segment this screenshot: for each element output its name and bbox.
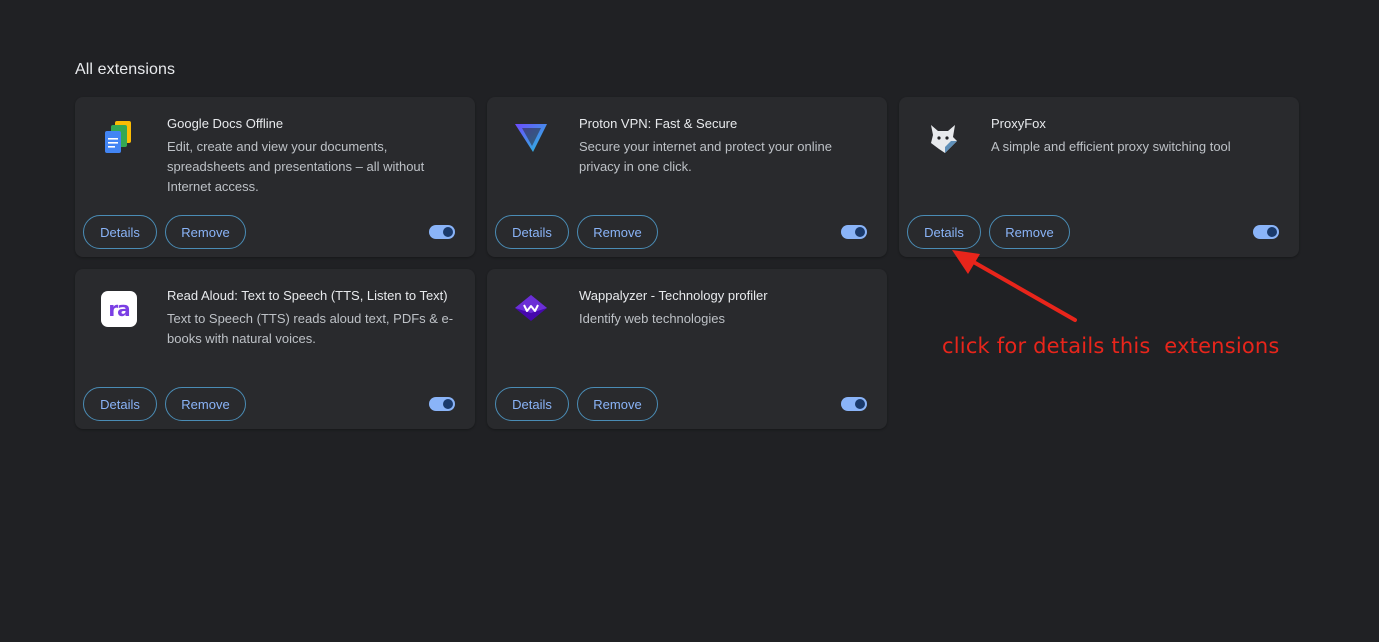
extension-description: Text to Speech (TTS) reads aloud text, P… [167, 311, 454, 346]
proxyfox-icon [925, 119, 961, 155]
read-aloud-icon-text: ra [108, 297, 130, 321]
remove-button[interactable]: Remove [165, 387, 246, 421]
read-aloud-icon: ra [101, 291, 137, 327]
extension-description: Identify web technologies [579, 311, 725, 326]
extension-name: Google Docs Offline [167, 116, 284, 131]
extension-card-google-docs-offline: Google Docs Offline Edit, create and vie… [75, 97, 475, 257]
details-button[interactable]: Details [495, 387, 569, 421]
section-title: All extensions [75, 61, 176, 78]
annotation-arrow [952, 250, 1077, 322]
enable-toggle[interactable] [841, 397, 867, 411]
remove-button[interactable]: Remove [577, 387, 658, 421]
enable-toggle[interactable] [1253, 225, 1279, 239]
details-button[interactable]: Details [495, 215, 569, 249]
proton-vpn-icon [513, 119, 549, 155]
remove-button[interactable]: Remove [165, 215, 246, 249]
extension-name: ProxyFox [991, 116, 1046, 131]
extension-name: Read Aloud: Text to Speech (TTS, Listen … [167, 288, 448, 303]
extension-card-wappalyzer: Wappalyzer - Technology profiler Identif… [487, 269, 887, 429]
extension-card-read-aloud: ra Read Aloud: Text to Speech (TTS, List… [75, 269, 475, 429]
extension-name: Proton VPN: Fast & Secure [579, 116, 738, 131]
extensions-page: All extensions Google Docs Offline Edit,… [0, 0, 1379, 642]
extension-description: A simple and efficient proxy switching t… [991, 139, 1231, 154]
details-button[interactable]: Details [83, 387, 157, 421]
enable-toggle[interactable] [429, 225, 455, 239]
wappalyzer-icon [513, 291, 549, 327]
details-button[interactable]: Details [83, 215, 157, 249]
enable-toggle[interactable] [841, 225, 867, 239]
remove-button[interactable]: Remove [577, 215, 658, 249]
extension-name: Wappalyzer - Technology profiler [579, 288, 768, 303]
enable-toggle[interactable] [429, 397, 455, 411]
extension-card-proton-vpn: Proton VPN: Fast & Secure Secure your in… [487, 97, 887, 257]
annotation-text: click for details this extensions [942, 334, 1280, 358]
extension-card-proxyfox: ProxyFox A simple and efficient proxy sw… [899, 97, 1299, 257]
google-docs-icon [101, 119, 137, 155]
extension-description: Secure your internet and protect your on… [579, 139, 832, 174]
extension-description: Edit, create and view your documents, sp… [167, 139, 425, 194]
